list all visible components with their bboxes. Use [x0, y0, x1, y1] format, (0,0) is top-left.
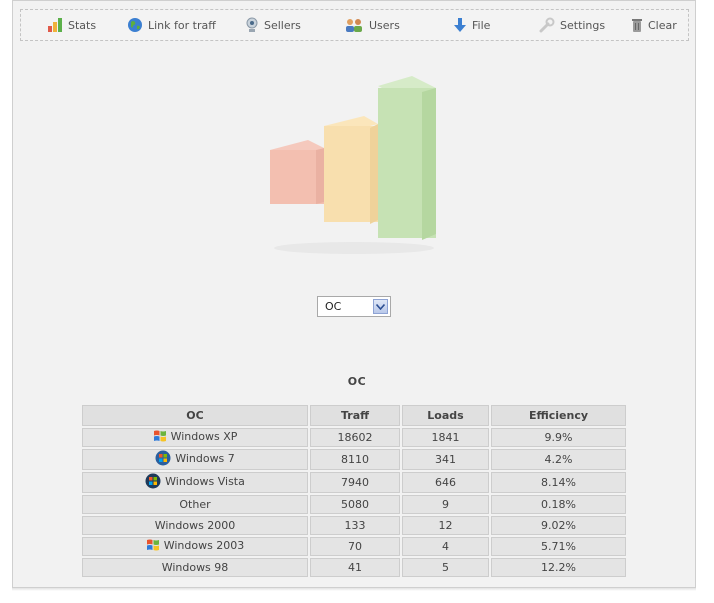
loads-cell: 4	[402, 537, 489, 556]
os-stats-table: OC Traff Loads Efficiency Windows XP 186…	[80, 403, 628, 579]
efficiency-cell: 5.71%	[491, 537, 626, 556]
chevron-down-icon[interactable]	[373, 299, 388, 314]
column-header-efficiency: Efficiency	[491, 405, 626, 426]
efficiency-cell: 0.18%	[491, 495, 626, 514]
os-cell: Windows 7	[82, 449, 308, 470]
menu-item-label: Settings	[560, 18, 606, 32]
users-icon	[346, 19, 362, 32]
menu-item-link-for-traff[interactable]: Link for traff	[127, 10, 216, 40]
os-filter-select[interactable]: OC	[317, 296, 391, 317]
loads-cell: 12	[402, 516, 489, 535]
traff-cell: 8110	[310, 449, 400, 470]
windows-vista-orb-icon	[145, 473, 161, 489]
table-row: Other 5080 9 0.18%	[82, 495, 626, 514]
bar-chart-icon	[48, 18, 62, 32]
traff-cell: 18602	[310, 428, 400, 447]
os-filter-value: OC	[325, 300, 342, 313]
webcam-icon	[246, 17, 258, 32]
os-name: Windows Vista	[165, 474, 245, 488]
loads-cell: 646	[402, 472, 489, 493]
bar-chart-logo-icon	[270, 76, 436, 254]
menu-item-label: Link for traff	[148, 18, 216, 32]
traff-cell: 41	[310, 558, 400, 577]
windows-2003-flag-icon	[146, 539, 159, 551]
table-header-row: OC Traff Loads Efficiency	[82, 405, 626, 426]
os-cell: Other	[82, 495, 308, 514]
table-title: OC	[347, 375, 367, 388]
menu-item-label: Stats	[68, 18, 97, 32]
menu-item-users[interactable]: Users	[344, 10, 400, 40]
efficiency-cell: 8.14%	[491, 472, 626, 493]
os-name: Windows 2003	[163, 538, 245, 552]
os-cell: Windows XP	[82, 428, 308, 447]
windows-xp-flag-icon	[153, 430, 166, 442]
column-header-loads: Loads	[402, 405, 489, 426]
traff-cell: 7940	[310, 472, 400, 493]
os-name: Windows XP	[170, 429, 238, 443]
menu-item-label: File	[472, 18, 491, 32]
stats-logo	[262, 70, 452, 260]
efficiency-cell: 4.2%	[491, 449, 626, 470]
menu-item-file[interactable]: File	[453, 10, 490, 40]
top-menu: Stats Link for traff Sellers Users File …	[20, 9, 689, 41]
traff-cell: 133	[310, 516, 400, 535]
windows-7-orb-icon	[155, 450, 171, 466]
menu-item-clear[interactable]: Clear	[631, 10, 677, 40]
table-row: Windows Vista 7940 646 8.14%	[82, 472, 626, 493]
efficiency-cell: 9.9%	[491, 428, 626, 447]
os-cell: Windows 2000	[82, 516, 308, 535]
efficiency-cell: 9.02%	[491, 516, 626, 535]
column-header-traff: Traff	[310, 405, 400, 426]
wrench-icon	[539, 17, 555, 33]
efficiency-cell: 12.2%	[491, 558, 626, 577]
table-row: Windows XP 18602 1841 9.9%	[82, 428, 626, 447]
globe-icon	[128, 18, 142, 32]
loads-cell: 5	[402, 558, 489, 577]
os-cell: Windows 98	[82, 558, 308, 577]
loads-cell: 9	[402, 495, 489, 514]
table-row: Windows 2000 133 12 9.02%	[82, 516, 626, 535]
os-cell: Windows Vista	[82, 472, 308, 493]
panel-shadow	[12, 588, 696, 591]
traff-cell: 5080	[310, 495, 400, 514]
column-header-os: OC	[82, 405, 308, 426]
table-row: Windows 2003 70 4 5.71%	[82, 537, 626, 556]
table-row: Windows 7 8110 341 4.2%	[82, 449, 626, 470]
os-cell: Windows 2003	[82, 537, 308, 556]
menu-item-stats[interactable]: Stats	[47, 10, 96, 40]
loads-cell: 1841	[402, 428, 489, 447]
os-name: Windows 7	[175, 451, 235, 465]
menu-item-settings[interactable]: Settings	[539, 10, 605, 40]
menu-item-label: Sellers	[264, 18, 301, 32]
loads-cell: 341	[402, 449, 489, 470]
menu-item-label: Clear	[648, 18, 677, 32]
download-arrow-icon	[454, 18, 466, 32]
table-row: Windows 98 41 5 12.2%	[82, 558, 626, 577]
menu-item-label: Users	[369, 18, 400, 32]
trash-can-icon	[632, 19, 642, 32]
menu-item-sellers[interactable]: Sellers	[245, 10, 301, 40]
traff-cell: 70	[310, 537, 400, 556]
